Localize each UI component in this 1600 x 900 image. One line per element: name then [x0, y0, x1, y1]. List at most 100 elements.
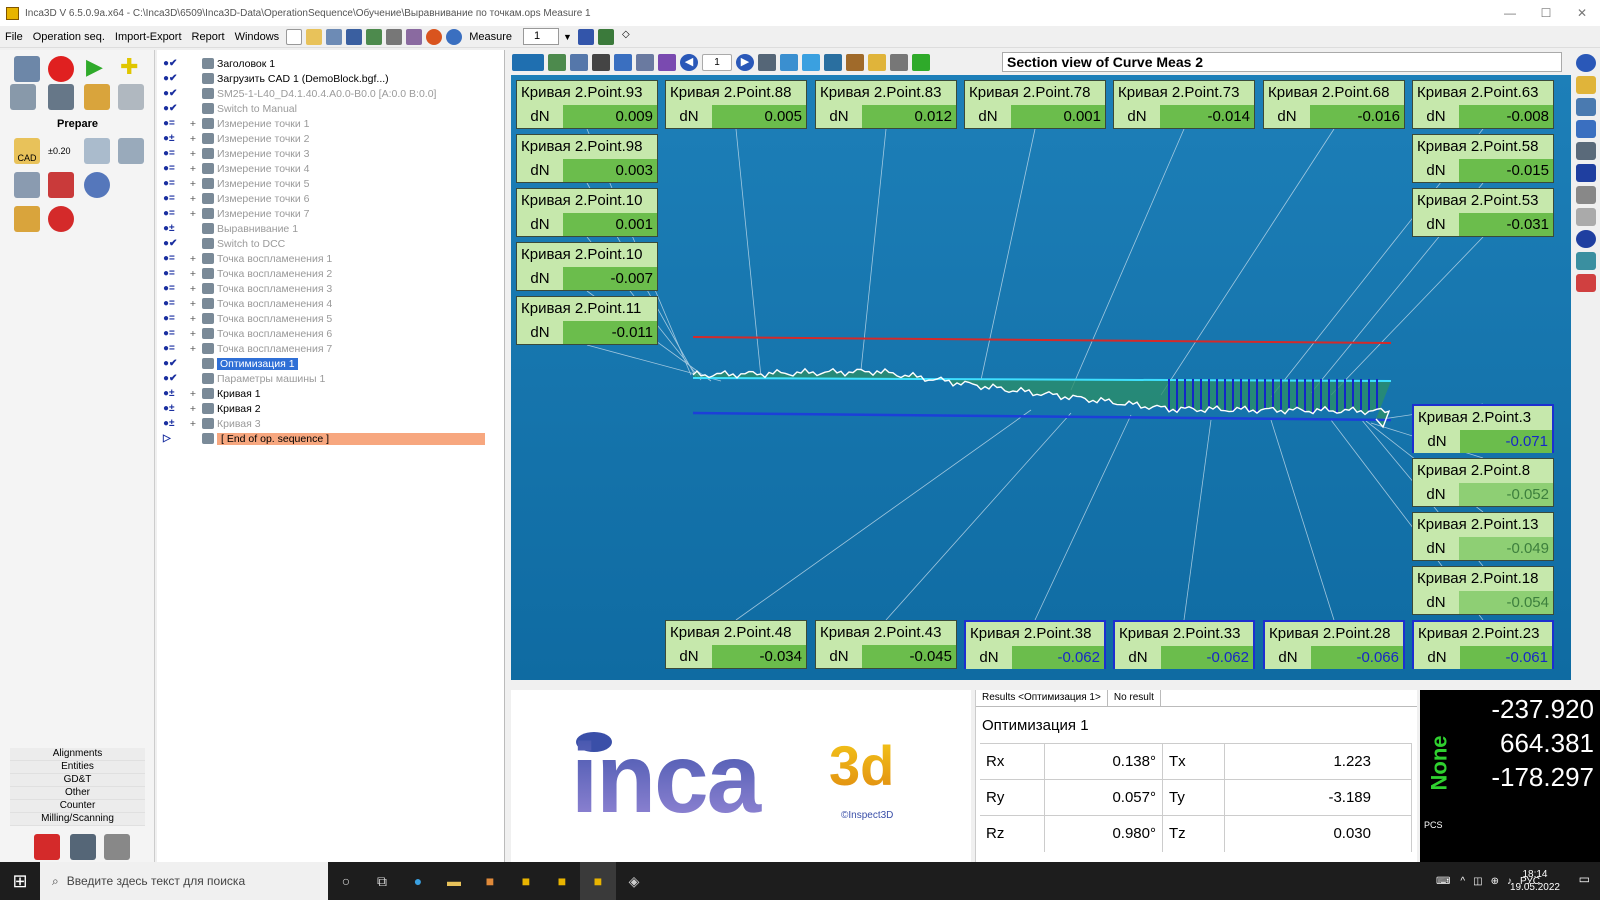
section-icon[interactable]	[1576, 186, 1596, 204]
expand-icon[interactable]: +	[187, 118, 199, 130]
diamond-icon[interactable]: ◇	[618, 29, 634, 45]
expand-icon[interactable]: +	[187, 148, 199, 160]
category-entities[interactable]: Entities	[10, 761, 145, 774]
save-icon[interactable]	[346, 28, 363, 45]
category-gdt[interactable]: GD&T	[10, 774, 145, 787]
tree-row[interactable]: ●= + Измерение точки 3	[157, 146, 504, 161]
list-icon[interactable]	[592, 53, 610, 71]
deviation-card[interactable]: Кривая 2.Point.78 dN 0.001	[964, 80, 1106, 129]
tree-row[interactable]: ●= + Точка воспламенения 1	[157, 251, 504, 266]
explorer-icon[interactable]: ▬	[436, 862, 472, 900]
align-icon[interactable]	[14, 172, 40, 198]
deviation-card[interactable]: Кривая 2.Point.63 dN -0.008	[1412, 80, 1554, 129]
screen3-icon[interactable]	[824, 53, 842, 71]
clock[interactable]: 18:14 19.05.2022	[1510, 868, 1560, 894]
deviation-card[interactable]: Кривая 2.Point.43 dN -0.045	[815, 620, 957, 669]
image-icon[interactable]	[1576, 252, 1596, 270]
tree-row[interactable]: ●± + Кривая 1	[157, 386, 504, 401]
tolerance-icon[interactable]: ±0.20	[48, 138, 74, 164]
plane-icon[interactable]	[118, 138, 144, 164]
tree-row[interactable]: ●± + Измерение точки 2	[157, 131, 504, 146]
deviation-card[interactable]: Кривая 2.Point.3 dN -0.071	[1412, 404, 1554, 453]
expand-icon[interactable]: +	[187, 298, 199, 310]
coordinate-icon[interactable]	[84, 138, 110, 164]
view-side-icon[interactable]	[636, 53, 654, 71]
tree-row[interactable]: ●= + Точка воспламенения 4	[157, 296, 504, 311]
menu-operation-seq[interactable]: Operation seq.	[28, 31, 110, 43]
record-run-icon[interactable]	[48, 56, 74, 82]
tree-row[interactable]: ●✔ Switch to Manual	[157, 101, 504, 116]
settings-icon[interactable]	[406, 28, 423, 45]
tree-row[interactable]: ●✔ Загрузить CAD 1 (DemoBlock.bgf...)	[157, 71, 504, 86]
screen-icon[interactable]	[780, 53, 798, 71]
scan-icon[interactable]	[14, 206, 40, 232]
deviation-card[interactable]: Кривая 2.Point.18 dN -0.054	[1412, 566, 1554, 615]
globe-icon[interactable]	[1576, 54, 1596, 72]
network-icon[interactable]	[1576, 274, 1596, 292]
close-icon[interactable]: ✕	[1564, 0, 1600, 26]
deviation-card[interactable]: Кривая 2.Point.73 dN -0.014	[1113, 80, 1255, 129]
expand-icon[interactable]: +	[187, 268, 199, 280]
deviation-card[interactable]: Кривая 2.Point.23 dN -0.061	[1412, 620, 1554, 669]
tree-row[interactable]: ●= + Точка воспламенения 5	[157, 311, 504, 326]
tree-row[interactable]: ●= + Точка воспламенения 7	[157, 341, 504, 356]
point-measure-icon[interactable]	[48, 172, 74, 198]
expand-icon[interactable]: +	[187, 418, 199, 430]
tree-row[interactable]: ●= + Измерение точки 1	[157, 116, 504, 131]
page-input[interactable]: 1	[702, 53, 732, 71]
measure-select[interactable]: 1	[522, 28, 559, 45]
tree-row[interactable]: ●= + Точка воспламенения 3	[157, 281, 504, 296]
deviation-card[interactable]: Кривая 2.Point.28 dN -0.066	[1263, 620, 1405, 669]
tree-row[interactable]: ●= + Измерение точки 4	[157, 161, 504, 176]
tree-row[interactable]: ●= + Измерение точки 7	[157, 206, 504, 221]
app-icon-3[interactable]: ■	[544, 862, 580, 900]
tree-row[interactable]: ●± Выравнивание 1	[157, 221, 504, 236]
layers-icon[interactable]	[658, 53, 676, 71]
deviation-card[interactable]: Кривая 2.Point.88 dN 0.005	[665, 80, 807, 129]
probe-add-icon[interactable]	[597, 28, 614, 45]
tree-row[interactable]: ●✔ Заголовок 1	[157, 56, 504, 71]
screen2-icon[interactable]	[802, 53, 820, 71]
tree-row[interactable]: ●= + Измерение точки 5	[157, 176, 504, 191]
deviation-card[interactable]: Кривая 2.Point.98 dN 0.003	[516, 134, 658, 183]
globe-tray-icon[interactable]: ⊕	[1491, 876, 1499, 887]
tab-no-result[interactable]: No result	[1108, 690, 1161, 706]
expand-icon[interactable]: +	[187, 313, 199, 325]
properties-icon[interactable]	[890, 53, 908, 71]
expand-icon[interactable]: +	[187, 193, 199, 205]
tree-row[interactable]: ●✔ Параметры машины 1	[157, 371, 504, 386]
pointer-icon[interactable]	[1576, 208, 1596, 226]
keyboard-icon[interactable]: ⌨	[1436, 876, 1450, 887]
cad-icon[interactable]: CAD	[14, 138, 40, 164]
play-icon[interactable]: ▶	[86, 56, 112, 82]
shading-icon[interactable]	[1576, 230, 1596, 248]
axes-icon[interactable]	[1576, 98, 1596, 116]
open-folder-icon[interactable]	[306, 28, 323, 45]
category-alignments[interactable]: Alignments	[10, 748, 145, 761]
expand-icon[interactable]: +	[187, 403, 199, 415]
expand-icon[interactable]: +	[187, 328, 199, 340]
tree-row[interactable]: ▷ [ End of op. sequence ]	[157, 431, 504, 446]
tree-row[interactable]: ●± + Кривая 2	[157, 401, 504, 416]
tool-icon[interactable]	[846, 53, 864, 71]
measure-icon[interactable]	[758, 53, 776, 71]
menu-windows[interactable]: Windows	[230, 31, 285, 43]
rotate-icon[interactable]	[570, 53, 588, 71]
operator-icon[interactable]	[34, 834, 60, 860]
next-icon[interactable]: ▶	[736, 53, 754, 71]
deviation-card[interactable]: Кривая 2.Point.48 dN -0.034	[665, 620, 807, 669]
tray-chevron-icon[interactable]: ^	[1460, 876, 1465, 887]
tree-row[interactable]: ●✔ Оптимизация 1	[157, 356, 504, 371]
category-counter[interactable]: Counter	[10, 800, 145, 813]
deviation-card[interactable]: Кривая 2.Point.58 dN -0.015	[1412, 134, 1554, 183]
deviation-card[interactable]: Кривая 2.Point.33 dN -0.062	[1113, 620, 1255, 669]
menu-import-export[interactable]: Import-Export	[110, 31, 187, 43]
category-other[interactable]: Other	[10, 787, 145, 800]
cube-solid-icon[interactable]	[1576, 164, 1596, 182]
edge-icon[interactable]: ●	[400, 862, 436, 900]
tree-row[interactable]: ●✔ SM25-1-L40_D4.1.40.4.A0.0-B0.0 [A:0.0 …	[157, 86, 504, 101]
windows-start-icon[interactable]: ⊞	[0, 862, 40, 900]
report-icon[interactable]	[14, 56, 40, 82]
grid-icon[interactable]	[326, 28, 343, 45]
add-icon[interactable]: ✚	[120, 56, 146, 82]
